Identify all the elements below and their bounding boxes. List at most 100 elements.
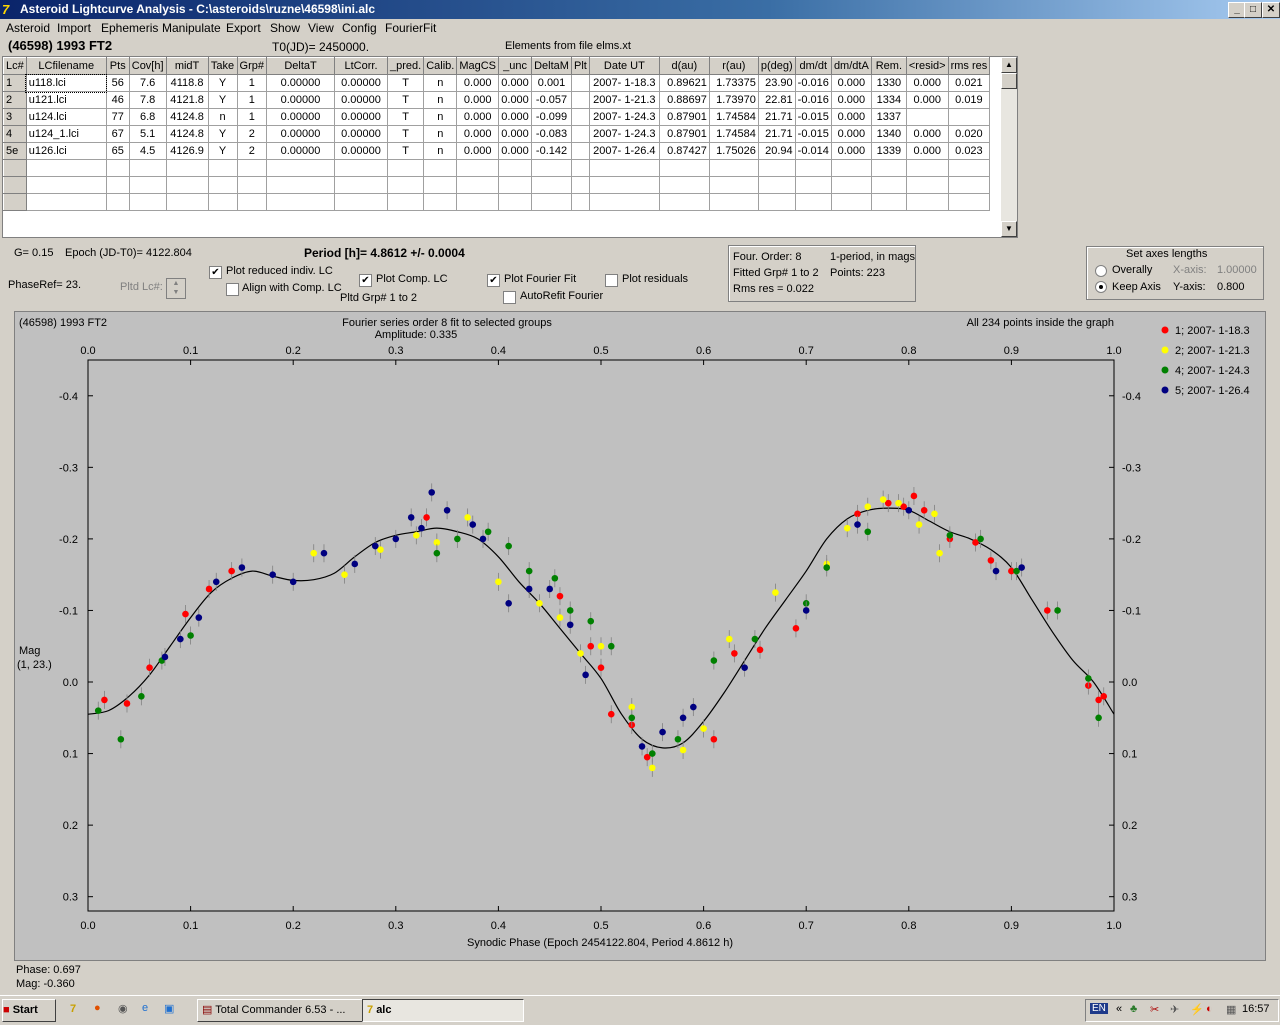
table-cell[interactable]: 1.75026 (708, 142, 759, 160)
table-cell[interactable]: 2 (236, 125, 268, 143)
table-cell[interactable]: n (423, 108, 458, 126)
table-cell[interactable]: 7.6 (128, 74, 167, 92)
table-cell[interactable] (498, 176, 533, 194)
table-cell[interactable]: 6.8 (128, 108, 167, 126)
table-cell[interactable]: 4118.8 (165, 74, 209, 92)
language-indicator[interactable]: EN (1090, 1003, 1108, 1014)
table-cell[interactable]: Y (207, 142, 238, 160)
table-cell[interactable]: 4124.8 (165, 125, 209, 143)
table-cell[interactable]: 0.000 (830, 108, 872, 126)
table-cell[interactable] (947, 193, 991, 211)
task-alc[interactable]: 7 alc (362, 999, 524, 1022)
table-row[interactable]: 4 u124_1.lci 67 5.1 4124.8 Y 2 0.00000 0.00000 Tn… (3, 125, 991, 143)
table-cell[interactable] (165, 159, 209, 177)
table-cell[interactable] (588, 193, 660, 211)
column-header[interactable]: rms res (947, 57, 991, 75)
table-cell[interactable] (794, 159, 832, 177)
table-cell[interactable]: 1337 (870, 108, 907, 126)
table-cell[interactable]: 20.94 (757, 142, 796, 160)
table-cell[interactable]: 0.00000 (334, 91, 389, 109)
table-cell[interactable] (128, 159, 167, 177)
table-cell[interactable]: 21.71 (757, 108, 796, 126)
menu-manipulate[interactable]: Manipulate (162, 21, 221, 35)
table-cell[interactable]: -0.015 (794, 108, 832, 126)
table-cell[interactable] (236, 159, 268, 177)
table-cell[interactable]: 1334 (870, 91, 907, 109)
table-cell[interactable] (387, 176, 425, 194)
table-cell[interactable] (571, 125, 590, 143)
table-cell[interactable]: 0.89621 (658, 74, 710, 92)
table-cell[interactable] (757, 176, 796, 194)
column-header[interactable]: LtCorr. (334, 57, 389, 75)
table-cell[interactable]: 1340 (870, 125, 907, 143)
table-cell[interactable] (456, 176, 500, 194)
table-cell[interactable]: 2007- 1-24.3 (588, 108, 660, 126)
table-cell[interactable]: 0.00000 (334, 125, 389, 143)
column-header[interactable]: p(deg) (757, 57, 796, 75)
table-cell[interactable]: Y (207, 125, 238, 143)
autorefit-checkbox[interactable] (503, 291, 516, 304)
table-cell[interactable] (794, 193, 832, 211)
table-cell[interactable] (708, 193, 759, 211)
column-header[interactable]: <resid> (905, 57, 949, 75)
table-cell[interactable]: T (387, 108, 425, 126)
table-cell[interactable]: 0.001 (531, 74, 573, 92)
menu-import[interactable]: Import (57, 21, 91, 35)
table-cell[interactable] (794, 176, 832, 194)
table-cell[interactable] (207, 193, 238, 211)
table-cell[interactable]: 0.00000 (266, 125, 336, 143)
table-cell[interactable]: T (387, 142, 425, 160)
table-cell[interactable] (498, 193, 533, 211)
table-cell[interactable] (658, 193, 710, 211)
scroll-up-icon[interactable]: ▲ (1001, 57, 1017, 73)
table-cell[interactable] (334, 176, 389, 194)
table-row[interactable]: 5e u126.lci 65 4.5 4126.9 Y 2 0.00000 0.00000 Tn 0… (3, 142, 991, 160)
table-cell[interactable]: T (387, 74, 425, 92)
table-cell[interactable] (571, 108, 590, 126)
table-cell[interactable] (870, 193, 907, 211)
table-cell[interactable]: 0.000 (905, 91, 949, 109)
table-cell[interactable] (870, 159, 907, 177)
table-cell[interactable]: 0.000 (456, 125, 500, 143)
menu-config[interactable]: Config (342, 21, 377, 35)
table-scrollbar[interactable]: ▲ ▼ (1001, 57, 1017, 237)
table-cell[interactable] (757, 159, 796, 177)
table-cell[interactable]: n (423, 91, 458, 109)
table-cell[interactable]: Y (207, 74, 238, 92)
xaxis-value[interactable]: 1.00000 (1217, 264, 1257, 276)
column-header[interactable]: Pts (105, 57, 130, 75)
table-cell[interactable] (207, 159, 238, 177)
table-cell[interactable] (830, 193, 872, 211)
table-cell[interactable]: 46 (105, 91, 130, 109)
table-cell[interactable] (905, 108, 949, 126)
yaxis-value[interactable]: 0.800 (1217, 281, 1245, 293)
table-cell[interactable] (165, 176, 209, 194)
column-header[interactable]: Date UT (588, 57, 660, 75)
table-cell[interactable]: -0.099 (531, 108, 573, 126)
keep-axis-radio[interactable] (1095, 281, 1107, 293)
plot-fourier-checkbox[interactable]: ✔ (487, 274, 500, 287)
column-header[interactable]: DeltaT (266, 57, 336, 75)
table-cell[interactable]: 0.87901 (658, 108, 710, 126)
table-cell[interactable] (830, 176, 872, 194)
tray-app5-icon[interactable]: ▦ (1226, 1003, 1236, 1016)
table-cell[interactable] (105, 159, 130, 177)
table-cell[interactable]: 1 (236, 74, 268, 92)
table-cell[interactable]: 0.87901 (658, 125, 710, 143)
table-cell[interactable]: 0.000 (456, 142, 500, 160)
tray-app3-icon[interactable]: ⚡ (1190, 1003, 1204, 1016)
table-cell[interactable]: 0.000 (830, 91, 872, 109)
table-cell[interactable] (266, 193, 336, 211)
table-cell[interactable]: 0.000 (905, 142, 949, 160)
table-cell[interactable]: 0.000 (830, 74, 872, 92)
table-cell[interactable] (25, 193, 107, 211)
table-cell[interactable] (830, 159, 872, 177)
plot-comp-checkbox[interactable]: ✔ (359, 274, 372, 287)
table-cell[interactable]: 2007- 1-26.4 (588, 142, 660, 160)
row-header[interactable]: 3 (3, 108, 27, 126)
table-cell[interactable] (334, 193, 389, 211)
table-cell[interactable]: 1.73375 (708, 74, 759, 92)
menu-asteroid[interactable]: Asteroid (6, 21, 50, 35)
column-header[interactable]: dm/dt (794, 57, 832, 75)
table-cell[interactable]: 0.88697 (658, 91, 710, 109)
